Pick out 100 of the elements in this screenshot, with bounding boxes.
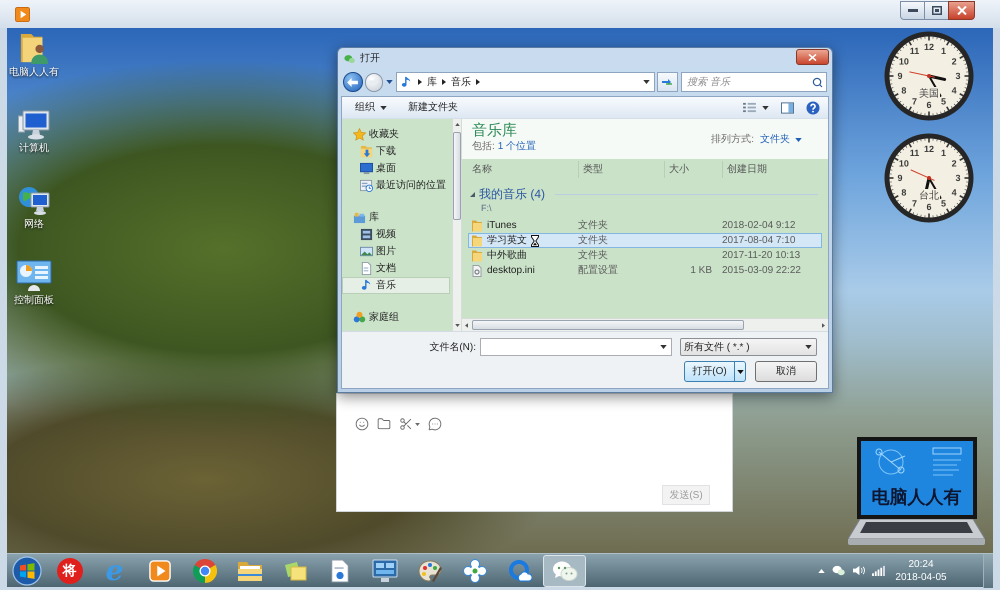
group-title[interactable]: 我的音乐 (4) [479,187,545,201]
caret-left-icon[interactable] [465,322,468,328]
back-button[interactable] [343,72,363,92]
breadcrumb-item[interactable]: 库 [426,74,437,90]
nav-item[interactable]: 桌面 [342,160,450,177]
folder-icon [471,250,483,262]
caret-up-icon[interactable] [818,568,825,572]
file-row[interactable]: iTunes 文件夹 2018-02-04 9:12 [468,218,822,233]
file-name: 学习英文 [487,234,527,248]
refresh-button[interactable] [656,72,678,92]
close-button[interactable] [796,49,829,65]
column-header[interactable]: 创建日期 [723,161,828,178]
file-row[interactable]: desktop.ini 配置设置 1 KB 2015-03-09 22:22 [468,263,822,278]
folder-icon [471,234,483,246]
clock-numeral: 6 [926,202,932,212]
address-bar[interactable]: 库 音乐 [396,72,654,92]
file-row[interactable]: 学习英文 文件夹 2017-08-04 7:10 [468,233,822,248]
file-row[interactable]: 中外歌曲 文件夹 2017-11-20 10:13 [468,248,822,263]
nav-item[interactable]: 文档 [342,260,450,277]
column-header[interactable]: 类型 [579,161,665,178]
includes-link[interactable]: 1 个位置 [498,141,536,153]
picture-icon [360,245,373,258]
nav-item[interactable]: 库 [342,209,450,226]
file-type: 文件夹 [578,218,609,233]
desktop-icon-label[interactable]: 计算机 [19,143,49,155]
collapse-caret-icon[interactable] [470,192,475,196]
file-type-select[interactable]: 所有文件 ( *.* ) [680,338,817,356]
emoji-icon[interactable] [355,417,369,431]
folder-path: F:\ [480,202,492,214]
arrange-dropdown[interactable]: 文件夹 [760,132,802,147]
caret-down-icon [736,370,744,374]
file-name: iTunes [487,219,517,233]
play-tile-icon [15,7,30,22]
nav-item[interactable]: 音乐 [342,277,450,294]
scrollbar-thumb[interactable] [472,320,744,330]
tray-clock[interactable]: 20:24 2018-04-05 [889,558,953,584]
start-orb-icon [12,556,42,586]
minimize-icon [908,9,918,12]
tray-time: 20:24 [908,558,934,570]
nav-item[interactable]: 家庭组 [342,309,450,326]
desktop-icon-label[interactable]: 电脑人人有 [9,67,59,79]
clock-city-label: 美国 [918,87,940,100]
help-icon [806,100,820,114]
folder-person-icon [19,32,49,64]
caret-right-icon[interactable] [822,322,825,328]
clock-numeral: 5 [941,96,946,106]
nav-item[interactable]: 视频 [342,226,450,243]
minute-hand [928,75,942,97]
star-icon [353,128,366,141]
scissors-icon[interactable] [399,417,413,431]
file-name: desktop.ini [487,264,535,278]
file-date: 2015-03-09 22:22 [722,264,801,278]
desktop-screen-icon [360,162,373,175]
folder-icon [471,220,483,232]
open-button[interactable]: 打开(O) [684,361,735,382]
clock-numeral: 7 [912,198,917,208]
split-arrow-button[interactable] [735,361,746,382]
clock-numeral: 12 [924,42,934,52]
close-button[interactable] [948,1,975,20]
dialog-title: 打开 [360,53,380,65]
file-type: 文件夹 [578,234,609,248]
chat-bubble-icon[interactable] [428,417,442,431]
cancel-button[interactable]: 取消 [755,361,817,382]
breadcrumb-item[interactable]: 音乐 [450,74,471,90]
column-header[interactable]: 名称 [472,161,579,178]
minimize-button[interactable] [900,1,925,20]
toolbar-button[interactable]: 组织 [355,100,387,115]
maximize-button[interactable] [925,1,948,20]
nav-item[interactable]: 最近访问的位置 [342,177,450,194]
folder-icon[interactable] [377,417,391,431]
dashboard-screen-icon [16,260,52,292]
nav-item[interactable]: 图片 [342,243,450,260]
column-header[interactable]: 大小 [665,161,723,178]
nav-item[interactable]: 下载 [342,143,450,160]
caret-down-icon[interactable] [415,422,420,426]
caret-up-icon[interactable] [454,123,460,126]
desktop-icon-label[interactable]: 控制面板 [14,295,54,307]
caret-down-icon[interactable] [454,324,460,327]
clock-numeral: 10 [898,56,909,67]
list-view-icon [743,102,756,113]
preview-pane-button[interactable] [781,102,794,114]
desktop-icon-label[interactable]: 网络 [24,219,44,231]
clock-numeral: 8 [901,86,906,96]
clock-numeral: 2 [952,158,957,169]
chat-bubbles-icon[interactable] [832,565,845,576]
taskbar-button[interactable]: 将 [48,554,91,586]
scrollbar-thumb[interactable] [453,132,461,220]
nav-item[interactable]: 收藏夹 [342,126,450,143]
chevron-right-icon [476,79,480,85]
view-options-button[interactable] [743,102,769,113]
signal-bars-icon[interactable] [872,565,885,576]
toolbar-button[interactable]: 新建文件夹 [408,100,458,115]
help-button[interactable] [806,100,820,114]
letter-logo: e [106,556,124,584]
clock-numeral: 5 [941,198,946,208]
speaker-icon[interactable] [852,565,865,576]
taskbar-button[interactable] [543,554,586,586]
clock-numeral: 3 [956,173,960,184]
arrow-left-icon [347,78,358,86]
clock-city-label: 台北 [918,189,940,202]
